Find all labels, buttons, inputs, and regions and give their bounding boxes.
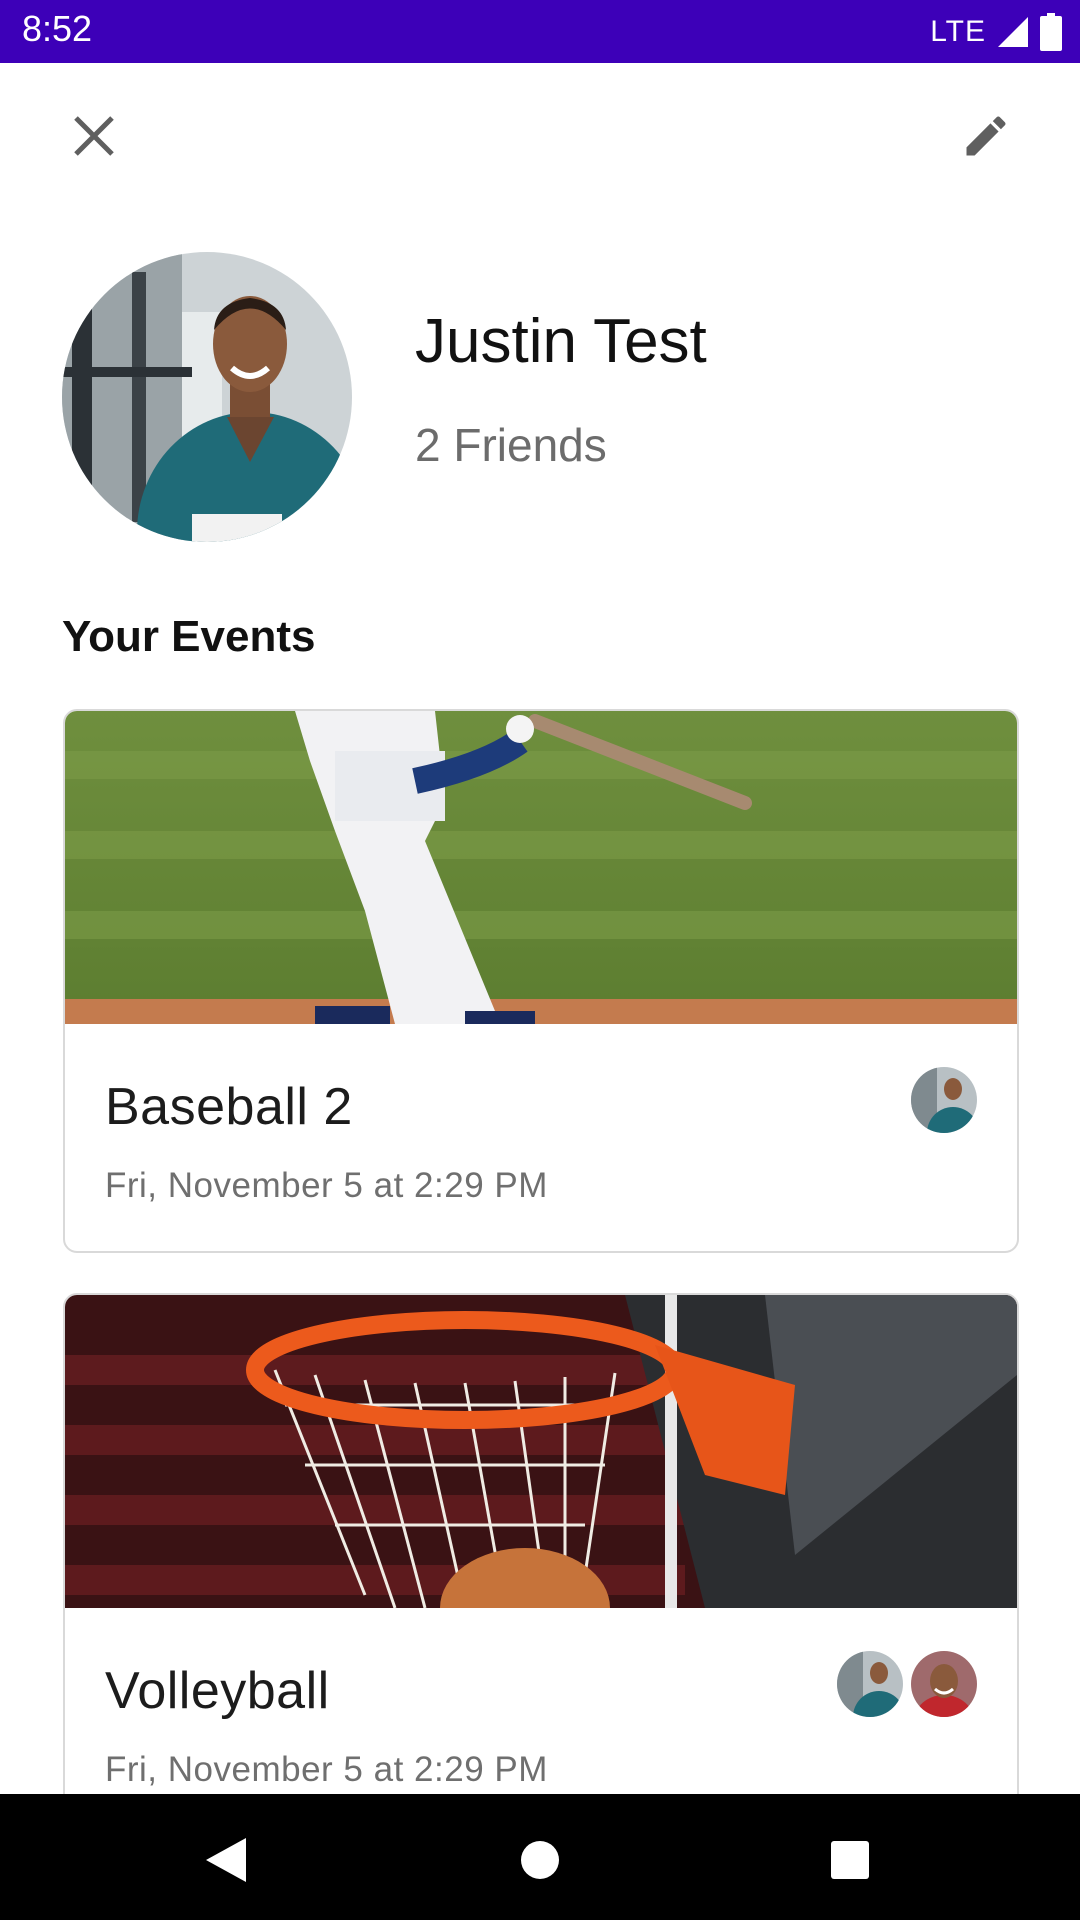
event-card[interactable]: Volleyball Fri, November 5 at 2:29 PM — [63, 1293, 1019, 1857]
back-button[interactable] — [178, 1812, 274, 1908]
home-icon — [521, 1841, 559, 1879]
event-date: Fri, November 5 at 2:29 PM — [105, 1166, 548, 1205]
status-bar: 8:52 LTE — [0, 0, 1080, 63]
profile-avatar — [62, 252, 352, 542]
attendee-avatar — [837, 1651, 903, 1717]
attendee-avatar — [911, 1067, 977, 1133]
event-title: Baseball 2 — [105, 1078, 353, 1136]
signal-icon — [998, 17, 1028, 47]
attendee-avatar — [911, 1651, 977, 1717]
event-image-baseball — [65, 711, 1017, 1024]
recents-button[interactable] — [802, 1812, 898, 1908]
profile-name: Justin Test — [415, 307, 707, 376]
friends-count[interactable]: 2 Friends — [415, 418, 607, 472]
home-button[interactable] — [492, 1812, 588, 1908]
system-nav-bar — [0, 1794, 1080, 1920]
recents-icon — [831, 1841, 869, 1879]
network-type: LTE — [930, 15, 986, 48]
event-image-basketball — [65, 1295, 1017, 1608]
status-time: 8:52 — [22, 8, 93, 49]
section-title: Your Events — [62, 612, 316, 661]
event-title: Volleyball — [105, 1662, 330, 1720]
edit-pencil-icon — [966, 116, 1006, 156]
event-card[interactable]: Baseball 2 Fri, November 5 at 2:29 PM — [63, 709, 1019, 1253]
attendee-avatars — [837, 1651, 977, 1717]
close-icon — [74, 116, 114, 156]
attendee-avatars — [911, 1067, 977, 1133]
edit-button[interactable] — [938, 88, 1034, 184]
back-icon — [206, 1838, 246, 1882]
battery-icon — [1040, 13, 1062, 51]
status-icons: LTE — [930, 10, 1062, 54]
close-button[interactable] — [46, 88, 142, 184]
event-date: Fri, November 5 at 2:29 PM — [105, 1750, 548, 1789]
